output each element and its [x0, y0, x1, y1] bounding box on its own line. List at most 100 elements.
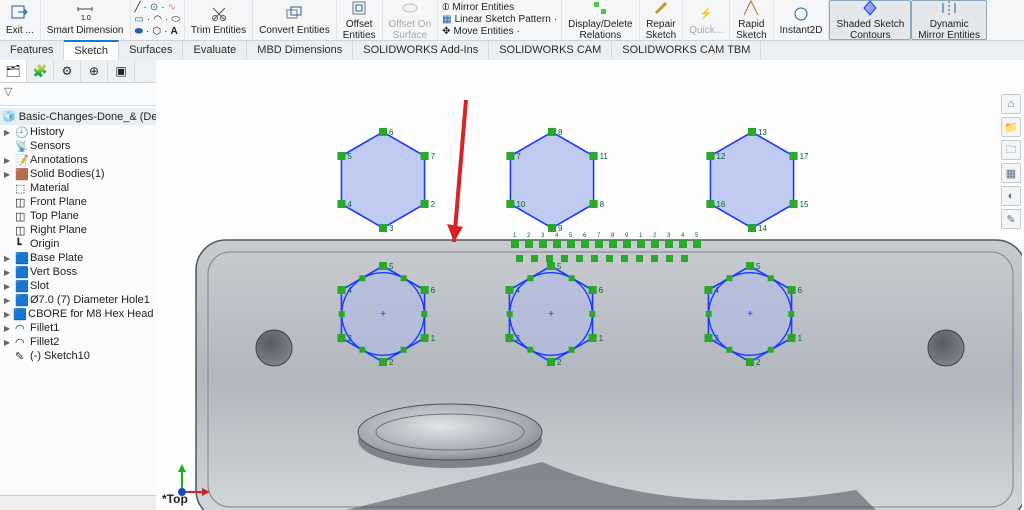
- svg-text:2: 2: [653, 233, 657, 239]
- dynamic-mirror-button[interactable]: Dynamic Mirror Entities: [911, 0, 987, 40]
- tree-scrollbar[interactable]: [0, 495, 156, 510]
- move-icon[interactable]: ✥: [442, 26, 450, 37]
- linear-pattern-icon[interactable]: ▦: [442, 14, 451, 25]
- graphics-area[interactable]: 23456789107811151416121317123456+123456+…: [156, 60, 1024, 510]
- svg-text:16: 16: [716, 200, 725, 209]
- svg-text:3: 3: [541, 233, 545, 239]
- rect-icon[interactable]: ▭: [135, 14, 144, 25]
- slot-icon[interactable]: ⬬: [135, 26, 144, 37]
- display-delete-relations-button[interactable]: Display/Delete Relations: [562, 0, 639, 40]
- tree-root[interactable]: 🧊 Basic-Changes-Done_& (Default<<D: [0, 108, 156, 125]
- tree-node[interactable]: ▶🟫Solid Bodies(1): [0, 167, 156, 181]
- tree-node[interactable]: ▶🟦Vert Boss: [0, 265, 156, 279]
- poly-icon[interactable]: ⬡: [152, 26, 161, 37]
- svg-text:2: 2: [756, 358, 761, 367]
- svg-text:9: 9: [625, 233, 629, 239]
- feature-manager: 🗂 🧩 ⚙ ⊕ ▣ ▽ 🧊 Basic-Changes-Done_& (Defa…: [0, 60, 157, 510]
- tree-node[interactable]: ▶◠Fillet2: [0, 335, 156, 349]
- tree-node[interactable]: ◫Right Plane: [0, 223, 156, 237]
- property-tab[interactable]: 🧩: [27, 60, 54, 82]
- svg-text:12: 12: [716, 152, 725, 161]
- custom-props-tab[interactable]: ✎: [1001, 209, 1021, 229]
- tab-addins[interactable]: SOLIDWORKS Add-Ins: [353, 41, 489, 61]
- tree-node[interactable]: ▶🟦Ø7.0 (7) Diameter Hole1: [0, 293, 156, 307]
- svg-text:2: 2: [557, 358, 562, 367]
- offset-entities-button[interactable]: Offset Entities: [337, 0, 383, 40]
- svg-text:1: 1: [513, 233, 517, 239]
- tab-surfaces[interactable]: Surfaces: [119, 41, 183, 61]
- svg-text:2: 2: [389, 358, 394, 367]
- trim-entities-button[interactable]: Trim Entities: [185, 0, 253, 40]
- tree-node[interactable]: ▶◠Fillet1: [0, 321, 156, 335]
- spline-icon[interactable]: ∿: [168, 2, 176, 13]
- tree-node[interactable]: ▶📝Annotations: [0, 153, 156, 167]
- svg-text:6: 6: [798, 286, 803, 295]
- view-palette-tab[interactable]: ▦: [1001, 163, 1021, 183]
- svg-text:8: 8: [558, 128, 563, 137]
- manager-tabs: 🗂 🧩 ⚙ ⊕ ▣: [0, 60, 156, 83]
- tab-cam-tbm[interactable]: SOLIDWORKS CAM TBM: [612, 41, 761, 61]
- svg-text:4: 4: [681, 233, 685, 239]
- svg-text:4: 4: [347, 200, 352, 209]
- appearances-tab[interactable]: ◐: [1001, 186, 1021, 206]
- svg-text:11: 11: [600, 152, 609, 161]
- text-icon[interactable]: A: [170, 26, 177, 37]
- tree-node[interactable]: ▶🟦Base Plate: [0, 251, 156, 265]
- svg-text:1: 1: [639, 233, 643, 239]
- instant2d-button[interactable]: Instant2D: [774, 0, 830, 40]
- tab-mbd[interactable]: MBD Dimensions: [247, 41, 353, 61]
- svg-text:6: 6: [583, 233, 587, 239]
- file-explorer-tab[interactable]: 🗀: [1001, 140, 1021, 160]
- feature-tree-tab[interactable]: 🗂: [0, 60, 27, 82]
- svg-text:6: 6: [599, 286, 604, 295]
- tree-node[interactable]: ◫Front Plane: [0, 195, 156, 209]
- design-lib-tab[interactable]: 📁: [1001, 117, 1021, 137]
- exit-sketch-button[interactable]: Exit ...: [0, 0, 41, 40]
- svg-text:5: 5: [695, 233, 699, 239]
- svg-text:1.0: 1.0: [81, 15, 91, 22]
- svg-text:1: 1: [599, 334, 604, 343]
- tree-node[interactable]: ⬚Material: [0, 181, 156, 195]
- quick-button: ⚡Quick...: [683, 0, 730, 40]
- svg-text:7: 7: [516, 152, 521, 161]
- svg-text:9: 9: [558, 224, 563, 233]
- line-icon[interactable]: ╱: [135, 2, 141, 13]
- tab-features[interactable]: Features: [0, 41, 64, 61]
- svg-text:6: 6: [389, 128, 394, 137]
- tree-node[interactable]: 📡Sensors: [0, 139, 156, 153]
- view-label: *Top: [162, 492, 188, 506]
- tab-sketch[interactable]: Sketch: [64, 40, 119, 61]
- model-view[interactable]: 23456789107811151416121317123456+123456+…: [156, 60, 1024, 510]
- command-tabstrip: Features Sketch Surfaces Evaluate MBD Di…: [0, 41, 1024, 62]
- mirror-icon[interactable]: ⦶: [442, 2, 449, 13]
- svg-text:7: 7: [431, 152, 436, 161]
- tab-cam[interactable]: SOLIDWORKS CAM: [489, 41, 612, 61]
- display-tab[interactable]: ▣: [108, 60, 135, 82]
- svg-text:5: 5: [347, 152, 352, 161]
- tree-node[interactable]: ▶🟦Slot: [0, 279, 156, 293]
- repair-sketch-button[interactable]: Repair Sketch: [640, 0, 684, 40]
- convert-entities-button[interactable]: Convert Entities: [253, 0, 337, 40]
- circle-icon[interactable]: ⊙: [150, 2, 158, 13]
- shaded-sketch-button[interactable]: Shaded Sketch Contours: [829, 0, 911, 40]
- config-tab[interactable]: ⚙: [54, 60, 81, 82]
- tree-node[interactable]: ┗Origin: [0, 237, 156, 251]
- arc-icon[interactable]: ◠: [153, 14, 162, 25]
- svg-text:4: 4: [555, 233, 559, 239]
- dim-tab[interactable]: ⊕: [81, 60, 108, 82]
- svg-text:+: +: [548, 309, 554, 320]
- ellipse-icon[interactable]: ⬭: [171, 14, 180, 25]
- tab-evaluate[interactable]: Evaluate: [183, 41, 247, 61]
- feature-tree[interactable]: 🧊 Basic-Changes-Done_& (Default<<D ▶🕘His…: [0, 106, 156, 495]
- tree-node[interactable]: ✎(-) Sketch10: [0, 349, 156, 363]
- offset-on-surface-button: Offset On Surface: [383, 0, 439, 40]
- tree-node[interactable]: ◫Top Plane: [0, 209, 156, 223]
- tree-node[interactable]: ▶🟦CBORE for M8 Hex Head Bolt1: [0, 307, 156, 321]
- svg-text:3: 3: [667, 233, 671, 239]
- tree-node[interactable]: ▶🕘History: [0, 125, 156, 139]
- svg-text:3: 3: [389, 224, 394, 233]
- svg-text:7: 7: [597, 233, 601, 239]
- rapid-sketch-button[interactable]: Rapid Sketch: [730, 0, 774, 40]
- resources-tab[interactable]: ⌂: [1001, 94, 1021, 114]
- smart-dimension-button[interactable]: 1.0 Smart Dimension: [41, 0, 131, 40]
